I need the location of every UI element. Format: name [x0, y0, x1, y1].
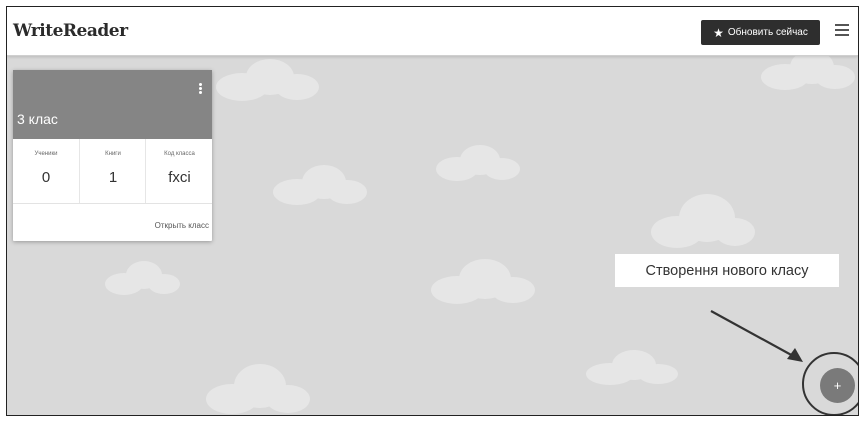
- stat-label: Книги: [105, 151, 121, 157]
- star-icon: ★: [713, 25, 724, 40]
- cloud-decoration: [647, 192, 757, 252]
- cloud-decoration: [202, 362, 312, 415]
- app-frame: WriteReader ★ Обновить сейчас 3 клас Уче…: [6, 6, 859, 416]
- stat-students: Ученики 0: [13, 139, 79, 203]
- more-options-icon[interactable]: [199, 83, 202, 94]
- plus-icon: +: [833, 378, 842, 393]
- stat-books: Книги 1: [79, 139, 146, 203]
- class-card[interactable]: 3 клас Ученики 0 Книги 1 Код класса fxci…: [13, 70, 212, 241]
- stat-value: 0: [41, 169, 51, 186]
- cloud-decoration: [427, 257, 537, 307]
- hamburger-menu-icon[interactable]: [835, 24, 849, 36]
- create-class-callout: Створення нового класу: [615, 254, 839, 287]
- open-class-link[interactable]: Открыть класс: [155, 221, 209, 230]
- cloud-decoration: [582, 347, 682, 387]
- class-title: 3 клас: [17, 111, 58, 127]
- stat-class-code: Код класса fxci: [145, 139, 213, 203]
- cloud-decoration: [269, 162, 369, 207]
- annotation-arrow: [710, 310, 803, 362]
- upgrade-now-button[interactable]: ★ Обновить сейчас: [701, 20, 820, 45]
- class-card-header: 3 клас: [13, 70, 212, 139]
- writereader-logo[interactable]: WriteReader: [13, 21, 128, 41]
- add-class-button[interactable]: +: [820, 368, 855, 403]
- stat-value: 1: [108, 169, 118, 186]
- top-navigation-bar: WriteReader ★ Обновить сейчас: [7, 7, 858, 56]
- cloud-decoration: [212, 57, 322, 102]
- stat-label: Ученики: [34, 151, 58, 157]
- cloud-decoration: [432, 142, 522, 182]
- cloud-decoration: [102, 257, 182, 297]
- stat-value: fxci: [168, 169, 191, 186]
- stat-label: Код класса: [164, 151, 195, 157]
- upgrade-now-label: Обновить сейчас: [727, 27, 808, 38]
- class-stats: Ученики 0 Книги 1 Код класса fxci: [13, 139, 212, 204]
